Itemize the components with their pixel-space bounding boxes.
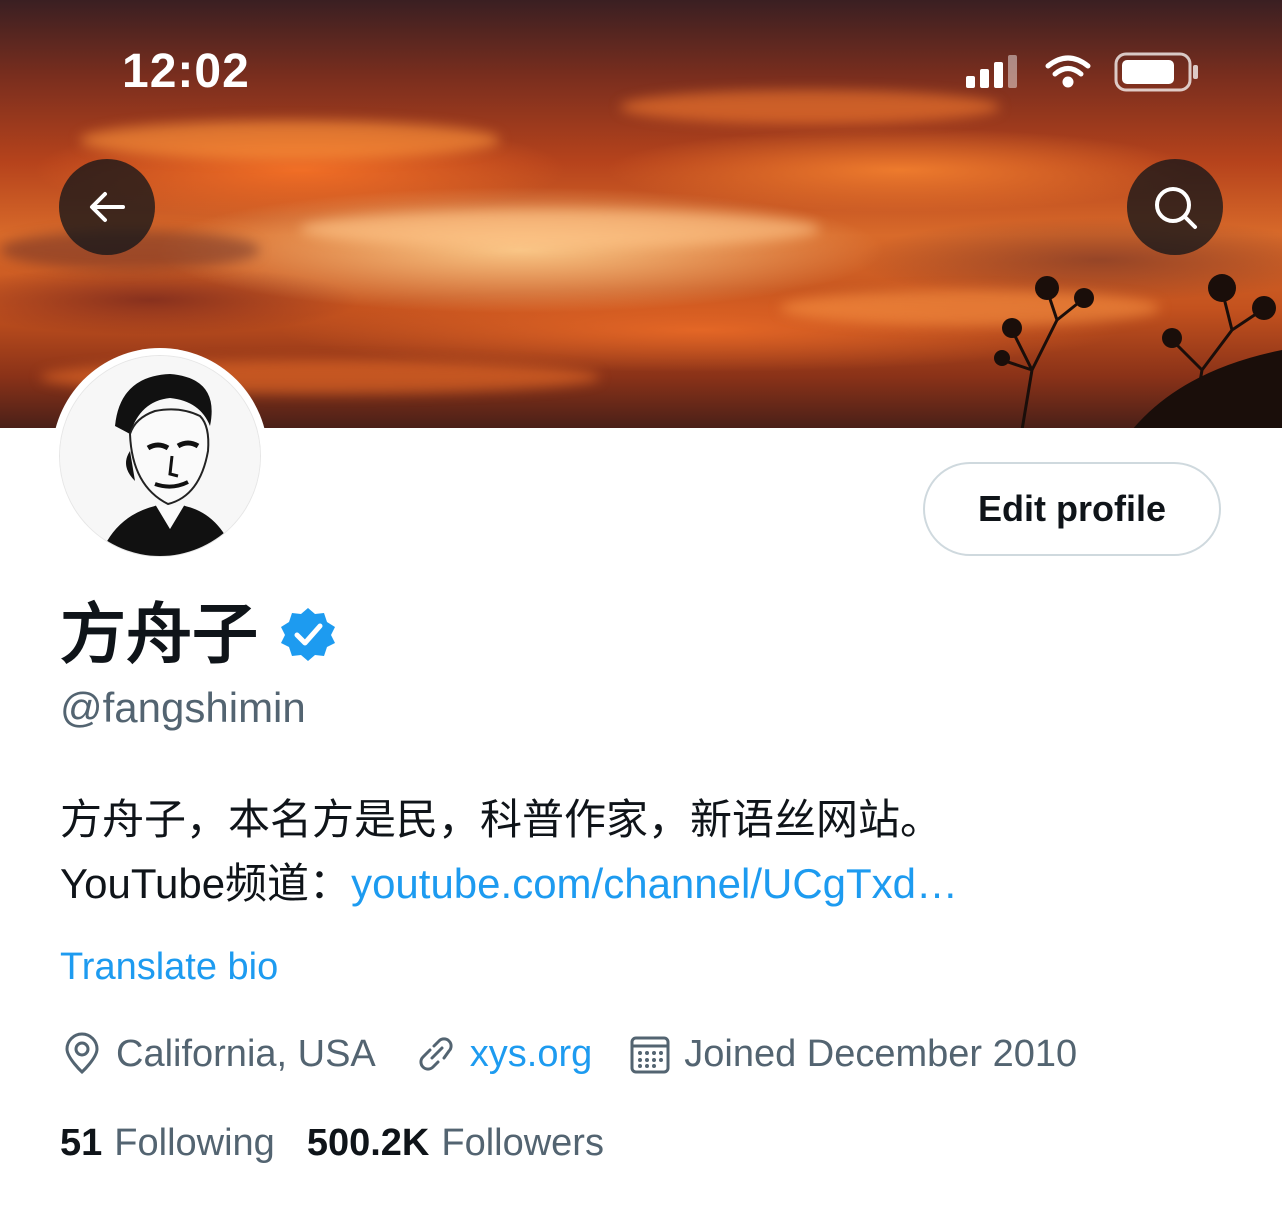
arrow-left-icon [90, 192, 125, 222]
bio-prefix: YouTube频道： [60, 860, 352, 907]
website-item[interactable]: xys.org [412, 1032, 592, 1076]
followers-count[interactable]: 500.2K [307, 1122, 430, 1165]
avatar-image [59, 355, 261, 557]
edit-profile-button[interactable]: Edit profile [923, 462, 1221, 556]
bio-line: 方舟子，本名方是民，科普作家，新语丝网站。 [60, 796, 943, 843]
location-text: California, USA [116, 1032, 376, 1075]
website-link[interactable]: xys.org [470, 1033, 592, 1076]
joined-item: Joined December 2010 [628, 1032, 1077, 1076]
bio-line: YouTube频道：youtube.com/channel/UCgTxd… [60, 852, 1240, 916]
location-pin-icon [65, 1032, 99, 1075]
username-handle: @fangshimin [60, 684, 306, 731]
wifi-icon [1045, 55, 1091, 88]
battery-icon [1114, 52, 1198, 92]
status-time: 12:02 [122, 45, 250, 98]
verified-badge-icon[interactable] [280, 606, 336, 662]
search-icon [1155, 187, 1197, 229]
profile-meta: California, USA xys.org Joined December … [60, 1032, 1113, 1076]
tree-silhouette-graphic [994, 274, 1282, 428]
youtube-channel-link[interactable]: youtube.com/channel/UCgTxd… [351, 860, 958, 907]
translate-bio-link[interactable]: Translate bio [60, 946, 278, 989]
link-icon [419, 1037, 453, 1071]
calendar-icon [630, 1036, 670, 1074]
search-button[interactable] [1127, 159, 1223, 255]
avatar[interactable] [52, 348, 268, 564]
following-label[interactable]: Following [114, 1122, 275, 1165]
follow-stats: 51 Following 500.2K Followers [60, 1122, 636, 1165]
followers-label[interactable]: Followers [441, 1122, 604, 1165]
status-bar-icons [966, 52, 1198, 92]
name-row: 方舟子 [60, 596, 336, 672]
display-name: 方舟子 [60, 597, 258, 671]
joined-date: Joined December 2010 [684, 1032, 1078, 1075]
following-count[interactable]: 51 [60, 1122, 102, 1165]
profile-bio: 方舟子，本名方是民，科普作家，新语丝网站。 YouTube频道：youtube.… [60, 788, 1240, 916]
back-button[interactable] [59, 159, 155, 255]
cellular-signal-icon [966, 55, 1017, 88]
location-item: California, USA [60, 1032, 376, 1076]
